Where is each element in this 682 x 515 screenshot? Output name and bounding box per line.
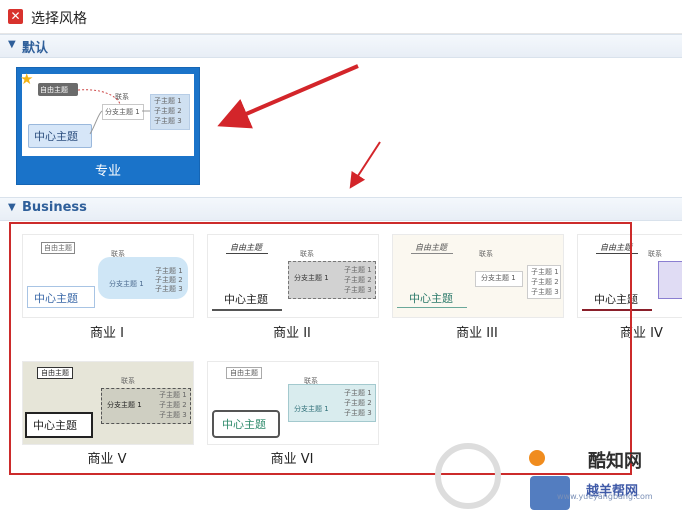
style-caption: 商业 II [273,326,311,341]
style-caption: 商业 III [456,326,498,341]
watermark-brand: 酷知网 [588,451,642,472]
favorite-star-icon: ★ [20,70,34,88]
section-header-default[interactable]: ▼ 默认 [0,34,682,58]
style-caption: 商业 I [90,326,124,341]
style-caption: 商业 VI [270,452,314,467]
leaf-topic: 子主题 3 [344,286,372,294]
leaf-topic: 子主题 1 [159,391,187,399]
sub-topic-node: 分支主题 1 [294,274,329,282]
sub-topic-node: 分支主题 1 [481,274,516,282]
app-logo-icon: ✕ [8,9,23,24]
leaf-topic: 子主题 2 [159,401,187,409]
leaf-topic: 子主题 1 [531,268,559,276]
leaf-topic: 子主题 2 [344,399,372,407]
leaf-topic: 子主题 1 [344,389,372,397]
style-caption: 商业 V [87,452,127,467]
style-card-business-5[interactable]: 自由主题 联系 分支主题 1 子主题 1 子主题 2 子主题 3 中心主题 [22,361,194,445]
section-label-business: Business [22,200,87,215]
sub-topic-node: 分支主题 1 [109,280,144,288]
free-topic-node: 自由主题 [37,367,73,379]
free-topic-node: 自由主题 [40,86,68,94]
free-topic-node: 自由主题 [230,243,262,252]
style-card-business-4[interactable]: 自由主题 联系 中心主题 [577,234,682,318]
free-topic-node: 自由主题 [226,367,262,379]
collapse-arrow-icon[interactable]: ▼ [8,39,16,50]
style-caption: 商业 IV [620,326,663,341]
style-card-professional[interactable]: 自由主题 联系 分支主题 1 子主题 1 子主题 2 子主题 3 中心主题 专业 [16,67,200,185]
relation-label: 联系 [648,250,662,258]
style-card-business-1[interactable]: 自由主题 联系 分支主题 1 子主题 1 子主题 2 子主题 3 中心主题 [22,234,194,318]
relation-label: 联系 [300,250,314,258]
central-topic-node: 中心主题 [34,130,78,143]
sub-topic-node: 分支主题 1 [294,405,329,413]
leaf-topic: 子主题 3 [159,411,187,419]
sub-topic-node: 分支主题 1 [107,401,142,409]
central-topic-node: 中心主题 [34,292,78,305]
style-thumbnail-professional: 自由主题 联系 分支主题 1 子主题 1 子主题 2 子主题 3 中心主题 [22,74,194,156]
central-topic-node: 中心主题 [409,292,453,305]
watermark-site: www.yueyangbang.com [557,492,653,501]
leaf-topic: 子主题 1 [344,266,372,274]
leaf-topic: 子主题 2 [531,278,559,286]
section-label-default: 默认 [22,41,49,56]
relation-label: 联系 [115,93,129,101]
leaf-topic: 子主题 1 [154,97,182,105]
leaf-topic: 子主题 3 [344,409,372,417]
central-topic-node: 中心主题 [222,418,266,431]
relation-label: 联系 [111,250,125,258]
leaf-topic: 子主题 2 [344,276,372,284]
central-topic-node: 中心主题 [33,419,77,432]
leaf-topic: 子主题 3 [155,285,183,293]
section-header-business[interactable]: ▼ Business [0,197,682,221]
relation-label: 联系 [121,377,135,385]
leaf-topic: 子主题 2 [154,107,182,115]
free-topic-node: 自由主题 [415,243,447,252]
central-topic-node: 中心主题 [594,293,638,306]
style-card-business-2[interactable]: 自由主题 联系 分支主题 1 子主题 1 子主题 2 子主题 3 中心主题 [207,234,379,318]
style-card-business-3[interactable]: 自由主题 联系 分支主题 1 子主题 1 子主题 2 子主题 3 中心主题 [392,234,564,318]
style-caption: 专业 [94,164,121,179]
window-title: 选择风格 [31,11,87,27]
leaf-topic: 子主题 3 [531,288,559,296]
title-bar: ✕ 选择风格 [0,0,682,34]
free-topic-node: 自由主题 [41,242,75,254]
collapse-arrow-icon[interactable]: ▼ [8,202,16,213]
sub-topic-node: 分支主题 1 [105,108,140,116]
free-topic-node: 自由主题 [600,243,632,252]
central-topic-node: 中心主题 [224,293,268,306]
style-card-business-6[interactable]: 自由主题 联系 分支主题 1 子主题 1 子主题 2 子主题 3 中心主题 [207,361,379,445]
relation-label: 联系 [479,250,493,258]
leaf-topic: 子主题 3 [154,117,182,125]
